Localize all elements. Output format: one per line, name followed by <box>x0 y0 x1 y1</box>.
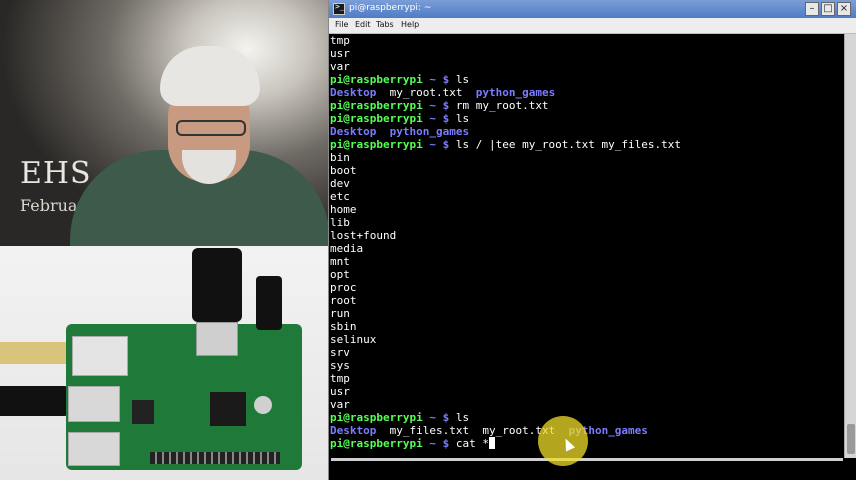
terminal-line: pi@raspberrypi ~ $ ls <box>330 112 842 125</box>
prompt-path: ~ <box>429 73 436 86</box>
menu-bar: File Edit Tabs Help <box>329 18 856 34</box>
prompt-path: ~ <box>429 99 436 112</box>
prompt-path: ~ <box>429 411 436 424</box>
bottom-strip <box>329 458 856 480</box>
terminal-line: var <box>330 60 350 73</box>
maximize-button[interactable]: □ <box>821 2 835 16</box>
command-text: ls <box>455 411 470 424</box>
terminal-line: pi@raspberrypi ~ $ ls <box>330 411 842 424</box>
prompt-symbol: $ <box>442 138 450 151</box>
presenter-glasses <box>176 120 246 136</box>
menu-edit[interactable]: Edit <box>355 20 371 29</box>
terminal-line: home <box>330 203 357 216</box>
menu-help[interactable]: Help <box>401 20 419 29</box>
usb-port-bottom <box>68 432 120 466</box>
command-text: ls <box>455 112 470 125</box>
prompt-symbol: $ <box>442 73 450 86</box>
terminal-line: sys <box>330 359 350 372</box>
terminal-line: sbin <box>330 320 357 333</box>
terminal-line: Desktop my_root.txt python_games <box>330 86 842 99</box>
prompt-symbol: $ <box>442 411 450 424</box>
terminal-line: boot <box>330 164 357 177</box>
terminal-line: usr <box>330 47 350 60</box>
terminal-line: selinux <box>330 333 377 346</box>
terminal-line: pi@raspberrypi ~ $ ls / |tee my_root.txt… <box>330 138 842 151</box>
presenter-video: EHS Februar <box>0 0 328 246</box>
terminal-line: mnt <box>330 255 350 268</box>
hdmi-plug <box>192 248 242 322</box>
usb-cable <box>0 386 72 416</box>
file-entry: my_root.txt <box>389 86 463 99</box>
horizontal-scrollbar[interactable] <box>331 458 843 461</box>
terminal-line: srv <box>330 346 350 359</box>
terminal-window: pi@raspberrypi: ~ – □ × File Edit Tabs H… <box>328 0 856 480</box>
prompt-user: pi@raspberrypi <box>330 138 423 151</box>
ethernet-port <box>72 336 128 376</box>
terminal-line: root <box>330 294 357 307</box>
terminal-line: var <box>330 398 350 411</box>
terminal-line: Desktop python_games <box>330 125 842 138</box>
terminal-line: tmp <box>330 34 350 47</box>
terminal-line: tmp <box>330 372 350 385</box>
directory-entry: Desktop <box>330 125 377 138</box>
prompt-user: pi@raspberrypi <box>330 112 423 125</box>
prompt-user: pi@raspberrypi <box>330 73 423 86</box>
prompt-symbol: $ <box>442 99 450 112</box>
window-title: pi@raspberrypi: ~ <box>349 3 432 13</box>
terminal-icon <box>333 2 345 15</box>
poster-title: EHS <box>20 156 92 191</box>
terminal-line: media <box>330 242 364 255</box>
prompt-path: ~ <box>429 138 436 151</box>
prompt-path: ~ <box>429 112 436 125</box>
terminal-line: run <box>330 307 350 320</box>
prompt-path: ~ <box>429 437 436 450</box>
file-entry: my_files.txt <box>389 424 470 437</box>
prompt-user: pi@raspberrypi <box>330 411 423 424</box>
terminal-line: lost+found <box>330 229 397 242</box>
menu-file[interactable]: File <box>335 20 348 29</box>
terminal-line: usr <box>330 385 350 398</box>
terminal-line: proc <box>330 281 357 294</box>
prompt-user: pi@raspberrypi <box>330 99 423 112</box>
scrollbar[interactable] <box>844 34 856 458</box>
gpio-header <box>150 452 280 464</box>
title-bar[interactable]: pi@raspberrypi: ~ – □ × <box>329 0 856 18</box>
ethernet-cable <box>0 342 72 364</box>
terminal-line: lib <box>330 216 350 229</box>
terminal-line: bin <box>330 151 350 164</box>
power-plug <box>256 276 282 330</box>
terminal-line: etc <box>330 190 350 203</box>
usb-port-top <box>68 386 120 422</box>
terminal-line: pi@raspberrypi ~ $ rm my_root.txt <box>330 99 842 112</box>
terminal-line: dev <box>330 177 350 190</box>
terminal-output[interactable]: tmp usr var pi@raspberrypi ~ $ ls Desktop my… <box>330 34 842 472</box>
text-cursor <box>488 437 495 449</box>
directory-entry: Desktop <box>330 86 377 99</box>
scroll-thumb[interactable] <box>847 424 855 454</box>
command-text: rm my_root.txt <box>455 99 549 112</box>
command-text: ls <box>455 73 470 86</box>
prompt-symbol: $ <box>442 112 450 125</box>
directory-entry: python_games <box>389 125 470 138</box>
prompt-symbol: $ <box>442 437 450 450</box>
hdmi-port <box>196 322 238 356</box>
command-text: ls / |tee my_root.txt my_files.txt <box>455 138 682 151</box>
soc-chip <box>210 392 246 426</box>
directory-entry: Desktop <box>330 424 377 437</box>
close-button[interactable]: × <box>837 2 851 16</box>
raspberry-logo-icon <box>254 396 272 414</box>
menu-tabs[interactable]: Tabs <box>376 20 394 29</box>
raspberry-pi-board-video <box>0 246 328 480</box>
aux-chip <box>132 400 154 424</box>
terminal-line: opt <box>330 268 350 281</box>
terminal-line: pi@raspberrypi ~ $ ls <box>330 73 842 86</box>
directory-entry: python_games <box>475 86 556 99</box>
command-text: cat * <box>455 437 489 450</box>
prompt-user: pi@raspberrypi <box>330 437 423 450</box>
minimize-button[interactable]: – <box>805 2 819 16</box>
